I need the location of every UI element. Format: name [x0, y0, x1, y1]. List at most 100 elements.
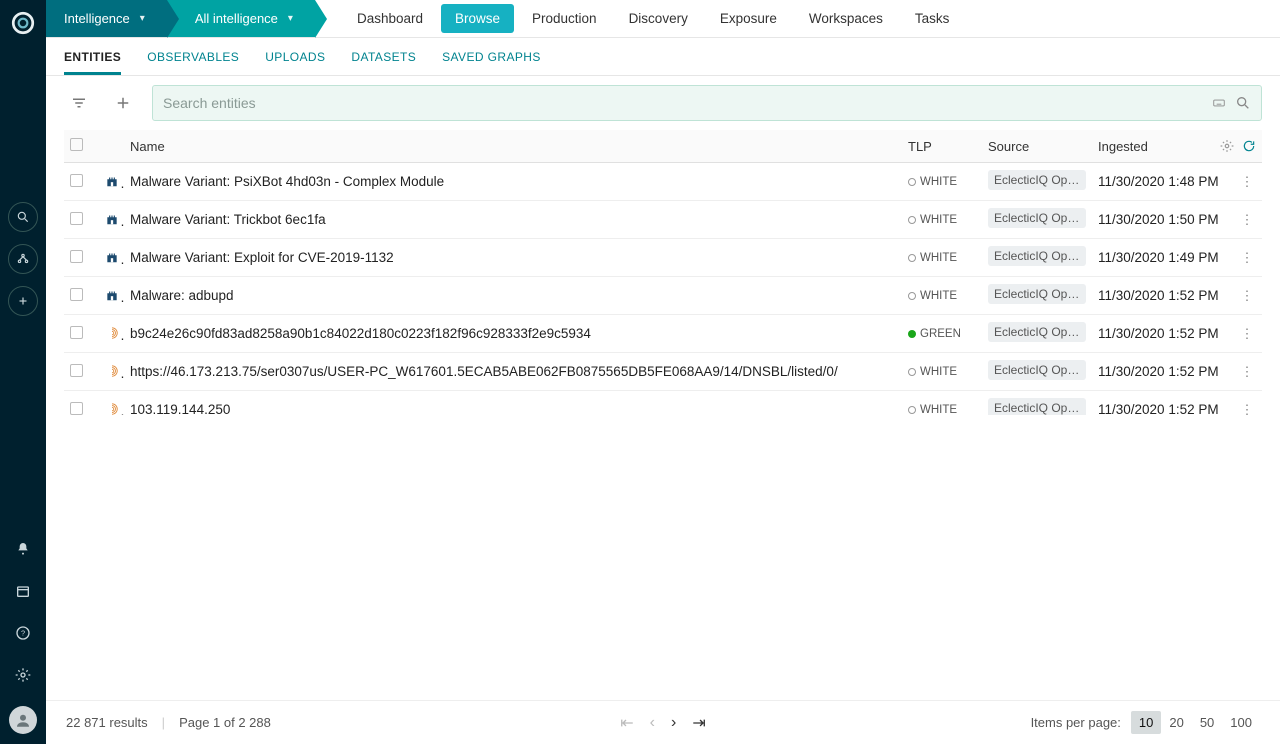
row-menu-icon[interactable]: ⋮ [1232, 353, 1262, 391]
page-last-icon[interactable]: ⇥ [692, 713, 705, 733]
table-row[interactable]: Malware Variant: Exploit for CVE-2019-11… [64, 239, 1262, 277]
tlp-badge: WHITE [908, 252, 957, 264]
col-tlp[interactable]: TLP [902, 130, 982, 163]
rail-graph-icon[interactable] [8, 244, 38, 274]
page-indicator: Page 1 of 2 288 [179, 715, 271, 730]
add-button[interactable] [108, 88, 138, 118]
subtab-saved-graphs[interactable]: SAVED GRAPHS [442, 38, 541, 75]
crumb-label: Intelligence [64, 11, 130, 26]
tlp-badge: WHITE [908, 214, 957, 226]
subtab-datasets[interactable]: DATASETS [351, 38, 416, 75]
perpage-label: Items per page: [1031, 715, 1121, 730]
row-menu-icon[interactable]: ⋮ [1232, 391, 1262, 416]
source-badge: EclecticIQ Open So… [988, 284, 1086, 304]
rail-add-icon[interactable] [8, 286, 38, 316]
source-badge: EclecticIQ Open So… [988, 360, 1086, 380]
user-avatar[interactable] [9, 706, 37, 734]
tlp-badge: WHITE [908, 290, 957, 302]
topnav-exposure[interactable]: Exposure [704, 0, 793, 37]
sub-tabs: ENTITIES OBSERVABLES UPLOADS DATASETS SAVED … [46, 38, 1280, 76]
row-menu-icon[interactable]: ⋮ [1232, 315, 1262, 353]
topnav-production[interactable]: Production [516, 0, 613, 37]
row-name: Malware Variant: Trickbot 6ec1fa [124, 201, 902, 239]
source-badge: EclecticIQ Open So… [988, 322, 1086, 342]
tlp-badge: WHITE [908, 366, 957, 378]
crumb-scope[interactable]: All intelligence ▾ [167, 0, 315, 37]
perpage-100[interactable]: 100 [1222, 711, 1260, 734]
tlp-badge: WHITE [908, 176, 957, 188]
source-badge: EclecticIQ Open So… [988, 246, 1086, 266]
filter-button[interactable] [64, 88, 94, 118]
rail-calendar-icon[interactable] [8, 576, 38, 606]
subtab-observables[interactable]: OBSERVABLES [147, 38, 239, 75]
select-all-checkbox[interactable] [70, 138, 83, 151]
search-icon[interactable] [1235, 95, 1251, 111]
topnav-workspaces[interactable]: Workspaces [793, 0, 899, 37]
table-row[interactable]: b9c24e26c90fd83ad8258a90b1c84022d180c022… [64, 315, 1262, 353]
rail-notifications-icon[interactable] [8, 534, 38, 564]
row-checkbox[interactable] [70, 364, 83, 377]
row-ingested: 11/30/2020 1:52 PM [1092, 277, 1232, 315]
paginator: ⇤ ‹ › ⇥ [620, 713, 705, 733]
row-name: https://46.173.213.75/ser0307us/USER-PC_… [124, 353, 902, 391]
table-row[interactable]: Malware Variant: Trickbot 6ec1fa WHITE Ecl… [64, 201, 1262, 239]
table-row[interactable]: 103.119.144.250 WHITE EclecticIQ Open So… 1… [64, 391, 1262, 416]
refresh-icon[interactable] [1242, 139, 1256, 153]
row-name: Malware Variant: Exploit for CVE-2019-11… [124, 239, 902, 277]
svg-text:?: ? [21, 629, 25, 638]
row-ingested: 11/30/2020 1:52 PM [1092, 353, 1232, 391]
results-count: 22 871 results [66, 715, 148, 730]
row-checkbox[interactable] [70, 326, 83, 339]
rail-search-icon[interactable] [8, 202, 38, 232]
row-ingested: 11/30/2020 1:52 PM [1092, 391, 1232, 416]
search-input[interactable] [163, 95, 1203, 111]
perpage-20[interactable]: 20 [1161, 711, 1191, 734]
breadcrumb: Intelligence ▾ All intelligence ▾ [46, 0, 315, 37]
col-ingested[interactable]: Ingested [1092, 130, 1232, 163]
table-row[interactable]: Malware: adbupdWHITEEclecticIQ Open So…1… [64, 277, 1262, 315]
row-ingested: 11/30/2020 1:52 PM [1092, 315, 1232, 353]
topnav-browse[interactable]: Browse [441, 4, 514, 33]
row-checkbox[interactable] [70, 174, 83, 187]
col-source[interactable]: Source [982, 130, 1092, 163]
chevron-down-icon: ▾ [288, 13, 293, 24]
row-menu-icon[interactable]: ⋮ [1232, 277, 1262, 315]
topnav-discovery[interactable]: Discovery [613, 0, 704, 37]
rail-settings-icon[interactable] [8, 660, 38, 690]
keyboard-icon[interactable] [1211, 96, 1227, 110]
finger-icon [104, 363, 120, 379]
row-menu-icon[interactable]: ⋮ [1232, 201, 1262, 239]
castle-icon [104, 287, 120, 303]
row-checkbox[interactable] [70, 288, 83, 301]
col-name[interactable]: Name [124, 130, 902, 163]
tlp-badge: WHITE [908, 404, 957, 415]
topnav-dashboard[interactable]: Dashboard [341, 0, 439, 37]
source-badge: EclecticIQ Open So… [988, 398, 1086, 415]
row-name: b9c24e26c90fd83ad8258a90b1c84022d180c022… [124, 315, 902, 353]
subtab-entities[interactable]: ENTITIES [64, 38, 121, 75]
crumb-intelligence[interactable]: Intelligence ▾ [46, 0, 167, 37]
castle-icon [104, 249, 120, 265]
subtab-uploads[interactable]: UPLOADS [265, 38, 325, 75]
columns-settings-icon[interactable] [1220, 139, 1234, 153]
source-badge: EclecticIQ Open So… [988, 208, 1086, 228]
row-name: 103.119.144.250 [124, 391, 902, 416]
perpage-50[interactable]: 50 [1192, 711, 1222, 734]
row-checkbox[interactable] [70, 212, 83, 225]
perpage-10[interactable]: 10 [1131, 711, 1161, 734]
row-checkbox[interactable] [70, 250, 83, 263]
row-ingested: 11/30/2020 1:50 PM [1092, 201, 1232, 239]
row-menu-icon[interactable]: ⋮ [1232, 163, 1262, 201]
app-logo-icon[interactable] [10, 10, 36, 36]
topnav-tasks[interactable]: Tasks [899, 0, 966, 37]
row-ingested: 11/30/2020 1:49 PM [1092, 239, 1232, 277]
table-row[interactable]: Malware Variant: PsiXBot 4hd03n - Comple… [64, 163, 1262, 201]
rail-help-icon[interactable]: ? [8, 618, 38, 648]
page-next-icon[interactable]: › [671, 714, 676, 732]
row-checkbox[interactable] [70, 402, 83, 415]
page-prev-icon: ‹ [650, 714, 655, 732]
search-bar[interactable] [152, 85, 1262, 121]
row-name: Malware Variant: PsiXBot 4hd03n - Comple… [124, 163, 902, 201]
table-row[interactable]: https://46.173.213.75/ser0307us/USER-PC_… [64, 353, 1262, 391]
row-menu-icon[interactable]: ⋮ [1232, 239, 1262, 277]
